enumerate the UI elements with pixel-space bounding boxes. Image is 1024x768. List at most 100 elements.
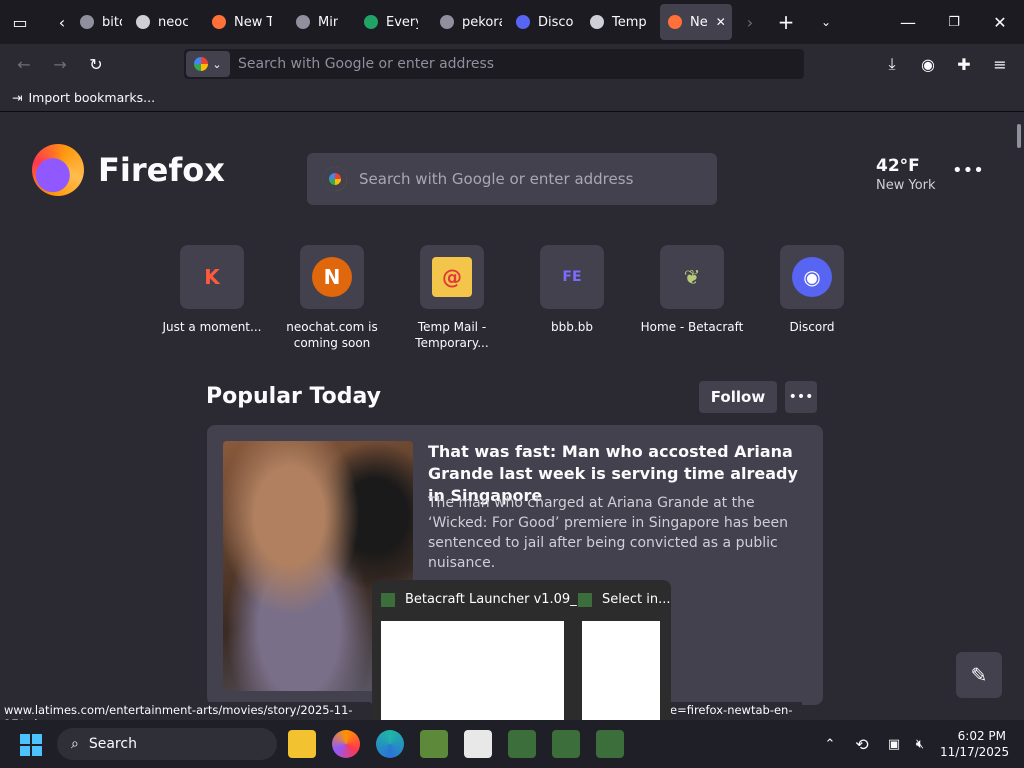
reload-icon[interactable]: ↻: [82, 50, 110, 78]
url-input[interactable]: Search with Google or enter address: [238, 56, 494, 72]
top-site-label: Home - Betacraft: [640, 320, 744, 334]
section-menu-icon[interactable]: •••: [785, 381, 817, 413]
menu-icon[interactable]: ≡: [986, 50, 1014, 78]
import-icon: ⇥: [12, 90, 23, 105]
follow-button[interactable]: Follow: [699, 381, 777, 413]
clock-time: 6:02 PM: [957, 729, 1006, 743]
newtab-search-input[interactable]: Search with Google or enter address: [359, 170, 633, 188]
top-site-tile[interactable]: N: [300, 245, 364, 309]
restore-icon[interactable]: ❐: [940, 8, 968, 36]
tab-1[interactable]: bitcha: [80, 4, 122, 40]
edge-icon[interactable]: [376, 730, 404, 758]
scrollbar-thumb[interactable]: [1017, 124, 1021, 148]
betacraft-taskbar-icon-2[interactable]: [552, 730, 580, 758]
tab-3[interactable]: New T: [212, 4, 272, 40]
forward-icon[interactable]: →: [46, 50, 74, 78]
search-engine-button[interactable]: ⌄: [186, 51, 230, 77]
preview-thumbnail-launcher[interactable]: [381, 621, 564, 720]
betacraft-taskbar-icon-3[interactable]: [596, 730, 624, 758]
firefox-view-icon[interactable]: ▭: [6, 8, 34, 36]
top-site-tile[interactable]: @: [420, 245, 484, 309]
taskbar-clock[interactable]: 6:02 PM 11/17/2025: [940, 728, 1009, 760]
site-favicon-icon: FE: [552, 257, 592, 297]
file-explorer-icon[interactable]: [288, 730, 316, 758]
tab-scroll-left-icon[interactable]: ‹: [48, 8, 76, 36]
extensions-icon[interactable]: ✚: [950, 50, 978, 78]
tab-label: Minec: [318, 14, 338, 30]
weather-menu-icon[interactable]: •••: [952, 160, 984, 181]
tab-5[interactable]: Everyt: [364, 4, 418, 40]
search-icon: ⌕: [71, 736, 79, 752]
page-icon: [296, 15, 310, 29]
tab-6[interactable]: pekora.zip: [440, 4, 502, 40]
top-site-5[interactable]: ❦ Home - Betacraft: [632, 245, 752, 335]
tab-2[interactable]: neoch: [136, 4, 188, 40]
top-site-6[interactable]: ◉ Discord: [752, 245, 872, 335]
top-site-3[interactable]: @ Temp Mail - Temporary...: [392, 245, 512, 351]
weather-temperature: 42°F: [876, 156, 920, 176]
minimize-icon[interactable]: —: [894, 8, 922, 36]
customize-pencil-icon[interactable]: ✎: [956, 652, 1002, 698]
newtab-search-box[interactable]: Search with Google or enter address: [307, 153, 717, 205]
close-tab-icon[interactable]: ✕: [716, 15, 726, 29]
betacraft-icon: [578, 592, 592, 607]
weather-widget[interactable]: 42°F New York: [876, 156, 936, 193]
top-site-label: neochat.com is coming soon: [286, 320, 378, 350]
tab-label: Everyt: [386, 14, 418, 30]
top-site-label: Temp Mail - Temporary...: [415, 320, 489, 350]
taskbar-search-box[interactable]: ⌕ Search: [57, 728, 277, 760]
tab-label: pekora.zip: [462, 14, 502, 30]
top-site-tile[interactable]: FE: [540, 245, 604, 309]
tab-7[interactable]: Disco: [516, 4, 574, 40]
import-bookmarks-button[interactable]: ⇥ Import bookmarks...: [12, 90, 155, 105]
popular-today-heading: Popular Today: [206, 384, 382, 409]
network-icon[interactable]: ▣: [880, 730, 908, 758]
firefox-taskbar-icon[interactable]: [332, 730, 360, 758]
page-icon: [80, 15, 94, 29]
preview-item-launcher[interactable]: Betacraft Launcher v1.09_...: [381, 592, 589, 607]
top-site-1[interactable]: K Just a moment...: [152, 245, 272, 335]
chevron-down-icon: ⌄: [212, 57, 222, 71]
sync-icon[interactable]: ⟲: [848, 730, 876, 758]
minecraft-icon[interactable]: [420, 730, 448, 758]
top-site-tile[interactable]: K: [180, 245, 244, 309]
close-window-icon[interactable]: ✕: [986, 8, 1014, 36]
discord-icon: [516, 15, 530, 29]
preview-item-select[interactable]: Select in...: [578, 592, 671, 607]
downloads-icon[interactable]: ⤓: [878, 50, 906, 78]
show-hidden-icons-icon[interactable]: ⌃: [816, 730, 844, 758]
brand-name: Firefox: [98, 151, 225, 189]
url-bar[interactable]: ⌄ Search with Google or enter address: [184, 49, 804, 79]
top-site-label: Discord: [789, 320, 835, 334]
status-link-right: e=firefox-newtab-en-us: [664, 702, 802, 731]
firefox-brand: Firefox: [32, 144, 225, 196]
top-site-2[interactable]: Nneochat.com is coming soon: [272, 245, 392, 351]
account-icon[interactable]: ◉: [914, 50, 942, 78]
top-site-tile[interactable]: ◉: [780, 245, 844, 309]
betacraft-taskbar-icon-1[interactable]: [508, 730, 536, 758]
preview-thumbnail-select[interactable]: [582, 621, 660, 720]
tab-9[interactable]: Ne ✕: [660, 4, 732, 40]
bookmarks-toolbar: ⇥ Import bookmarks...: [0, 84, 1024, 112]
top-site-label: Just a moment...: [162, 320, 262, 334]
globe-icon: [136, 15, 150, 29]
tab-8[interactable]: Temp: [590, 4, 650, 40]
top-site-4[interactable]: FE bbb.bb: [512, 245, 632, 335]
start-icon[interactable]: [20, 734, 42, 756]
java-icon[interactable]: [464, 730, 492, 758]
volume-muted-icon[interactable]: 🔇︎: [906, 730, 934, 758]
back-icon[interactable]: ←: [10, 50, 38, 78]
status-link-left: www.latimes.com/entertainment-arts/movie…: [0, 702, 372, 731]
navigation-bar: ← → ↻ ⌄ Search with Google or enter addr…: [0, 44, 1024, 84]
page-icon: [440, 15, 454, 29]
taskbar: ⌕ Search ⌃ ⟲ ▣ 🔇︎ 6:02 PM 11/17/2025: [0, 720, 1024, 768]
tab-label: Temp: [612, 14, 647, 30]
site-favicon-icon: K: [192, 257, 232, 297]
betacraft-icon: [381, 592, 395, 607]
google-icon: [194, 57, 209, 71]
tab-4[interactable]: Minec: [296, 4, 338, 40]
tab-scroll-right-icon[interactable]: ›: [736, 8, 764, 36]
new-tab-icon[interactable]: +: [772, 8, 800, 36]
top-site-tile[interactable]: ❦: [660, 245, 724, 309]
list-all-tabs-icon[interactable]: ⌄: [812, 8, 840, 36]
